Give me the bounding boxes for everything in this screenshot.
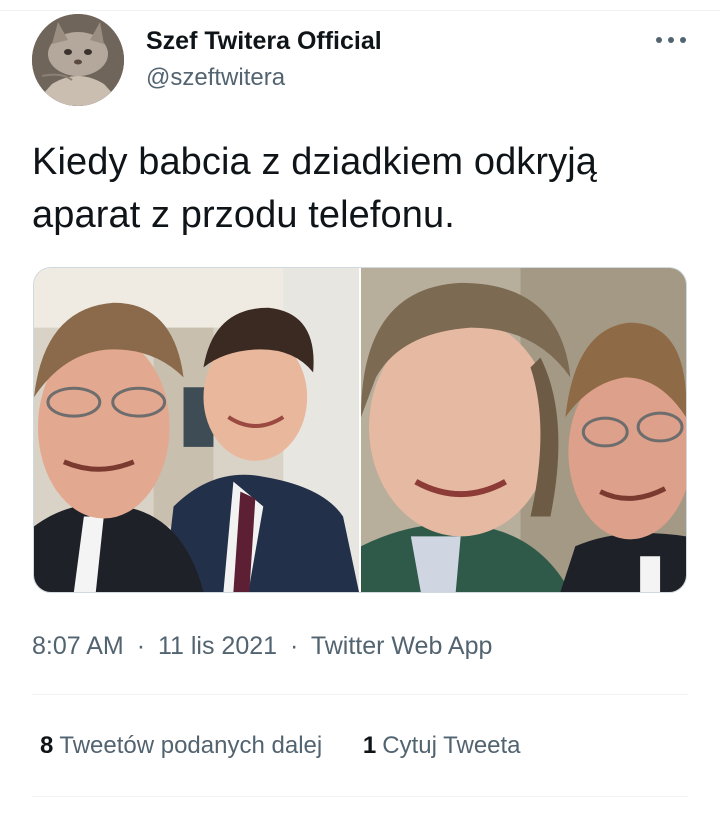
meta-separator: · <box>290 632 299 660</box>
author-names: Szef Twitera Official @szeftwitera <box>146 26 382 93</box>
more-horizontal-icon[interactable] <box>654 30 688 50</box>
quotes-label: Cytuj Tweeta <box>382 732 521 759</box>
quotes-count: 1 <box>362 732 377 759</box>
divider <box>32 796 688 797</box>
photo-2-image <box>361 268 686 592</box>
tweet-media <box>33 267 687 593</box>
retweets-stat[interactable]: 8 Tweetów podanych dalej <box>40 730 322 762</box>
tweet-source[interactable]: Twitter Web App <box>311 632 493 660</box>
tweet-date[interactable]: 11 lis 2021 <box>158 632 277 660</box>
tweet-header: Szef Twitera Official @szeftwitera <box>32 14 688 108</box>
top-divider <box>0 10 720 11</box>
quotes-stat[interactable]: 1 Cytuj Tweeta <box>363 730 521 762</box>
photo-1[interactable] <box>34 268 359 592</box>
photo-1-image <box>34 268 359 592</box>
retweets-label: Tweetów podanych dalej <box>59 732 323 759</box>
photo-2[interactable] <box>361 268 686 592</box>
tweet-stats: 8 Tweetów podanych dalej 1 Cytuj Tweeta <box>40 730 521 762</box>
user-handle[interactable]: @szeftwitera <box>146 63 382 93</box>
tweet-time[interactable]: 8:07 AM <box>32 632 124 660</box>
divider <box>32 694 688 695</box>
cat-avatar-icon <box>32 14 124 106</box>
tweet-text: Kiedy babcia z dziadkiem odkryją aparat … <box>32 141 598 236</box>
avatar[interactable] <box>32 14 124 106</box>
retweets-count: 8 <box>40 732 54 759</box>
display-name[interactable]: Szef Twitera Official <box>146 26 382 56</box>
tweet-meta: 8:07 AM · 11 lis 2021 · Twitter Web App <box>32 630 492 662</box>
meta-separator: · <box>136 632 146 660</box>
